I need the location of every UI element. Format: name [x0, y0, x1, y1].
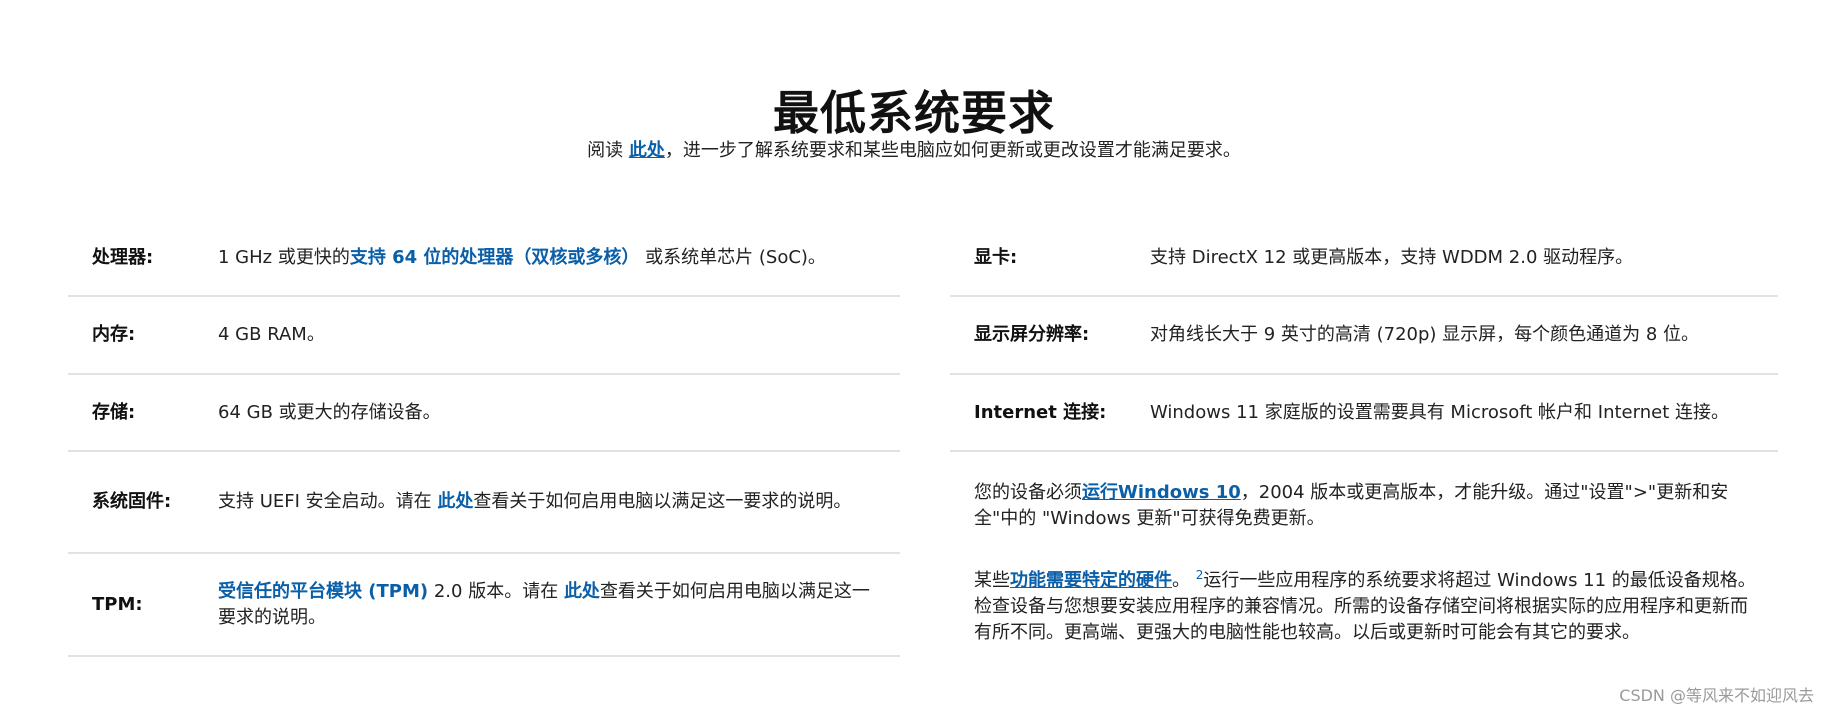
- row-storage: 存储: 64 GB 或更大的存储设备。: [68, 375, 900, 452]
- processor-text-1: 1 GHz 或更快的: [218, 246, 350, 268]
- intro-text: 阅读 此处，进一步了解系统要求和某些电脑应如何更新或更改设置才能满足要求。: [0, 136, 1828, 162]
- hardware-note-text-2: 。: [1172, 570, 1190, 591]
- row-internet: Internet 连接: Windows 11 家庭版的设置需要具有 Micro…: [950, 375, 1778, 452]
- row-graphics: 显卡: 支持 DirectX 12 或更高版本，支持 WDDM 2.0 驱动程序…: [950, 220, 1778, 297]
- row-tpm: TPM: 受信任的平台模块 (TPM) 2.0 版本。请在 此处查看关于如何启用…: [68, 554, 900, 657]
- feature-hardware-link[interactable]: 功能需要特定的硬件: [1010, 570, 1172, 591]
- tpm-link[interactable]: 受信任的平台模块 (TPM): [218, 581, 428, 602]
- graphics-value: 支持 DirectX 12 或更高版本，支持 WDDM 2.0 驱动程序。: [1150, 246, 1634, 268]
- firmware-text-1: 支持 UEFI 安全启动。请在: [218, 491, 432, 512]
- storage-value: 64 GB 或更大的存储设备。: [218, 401, 441, 423]
- tpm-value: 受信任的平台模块 (TPM) 2.0 版本。请在 此处查看关于如何启用电脑以满足…: [218, 579, 900, 631]
- watermark: CSDN @等风来不如迎风去: [1619, 686, 1814, 705]
- upgrade-note-text-1: 您的设备必须: [974, 482, 1082, 503]
- processor-64bit-link[interactable]: 支持 64 位的处理器（双核或多核）: [350, 247, 640, 268]
- firmware-label: 系统固件:: [92, 491, 172, 512]
- graphics-label: 显卡:: [974, 246, 1018, 268]
- run-windows-10-link[interactable]: 运行Windows 10: [1082, 482, 1241, 503]
- processor-value: 1 GHz 或更快的支持 64 位的处理器（双核或多核） 或系统单芯片 (SoC…: [218, 245, 900, 271]
- row-memory: 内存: 4 GB RAM。: [68, 297, 900, 375]
- hardware-note: 某些功能需要特定的硬件。 2运行一些应用程序的系统要求将超过 Windows 1…: [950, 562, 1778, 646]
- firmware-value: 支持 UEFI 安全启动。请在 此处查看关于如何启用电脑以满足这一要求的说明。: [218, 489, 900, 515]
- requirements-right-column: 显卡: 支持 DirectX 12 或更高版本，支持 WDDM 2.0 驱动程序…: [950, 220, 1778, 646]
- intro-suffix: ，进一步了解系统要求和某些电脑应如何更新或更改设置才能满足要求。: [664, 140, 1241, 161]
- tpm-here-link[interactable]: 此处: [564, 581, 600, 602]
- memory-label: 内存:: [92, 324, 136, 345]
- memory-value: 4 GB RAM。: [218, 324, 325, 345]
- hardware-note-text-1: 某些: [974, 570, 1010, 591]
- firmware-text-2: 查看关于如何启用电脑以满足这一要求的说明。: [473, 491, 852, 512]
- processor-label: 处理器:: [92, 246, 154, 268]
- display-value: 对角线长大于 9 英寸的高清 (720p) 显示屏，每个颜色通道为 8 位。: [1150, 324, 1700, 345]
- page-title: 最低系统要求: [773, 85, 1055, 140]
- row-firmware: 系统固件: 支持 UEFI 安全启动。请在 此处查看关于如何启用电脑以满足这一要…: [68, 452, 900, 554]
- firmware-here-link[interactable]: 此处: [437, 491, 473, 512]
- internet-label: Internet 连接:: [974, 401, 1107, 423]
- intro-here-link[interactable]: 此处: [629, 140, 665, 161]
- storage-label: 存储:: [92, 401, 136, 423]
- row-processor: 处理器: 1 GHz 或更快的支持 64 位的处理器（双核或多核） 或系统单芯片…: [68, 220, 900, 297]
- row-display: 显示屏分辨率: 对角线长大于 9 英寸的高清 (720p) 显示屏，每个颜色通道…: [950, 297, 1778, 375]
- upgrade-note: 您的设备必须运行Windows 10，2004 版本或更高版本，才能升级。通过"…: [950, 480, 1778, 532]
- internet-value: Windows 11 家庭版的设置需要具有 Microsoft 帐户和 Inte…: [1150, 401, 1729, 423]
- intro-prefix: 阅读: [587, 140, 624, 161]
- processor-text-2: 或系统单芯片 (SoC)。: [645, 246, 826, 268]
- tpm-label: TPM:: [92, 593, 143, 615]
- display-label: 显示屏分辨率:: [974, 324, 1090, 345]
- tpm-text-1: 2.0 版本。请在: [433, 580, 559, 602]
- requirements-left-column: 处理器: 1 GHz 或更快的支持 64 位的处理器（双核或多核） 或系统单芯片…: [68, 220, 900, 657]
